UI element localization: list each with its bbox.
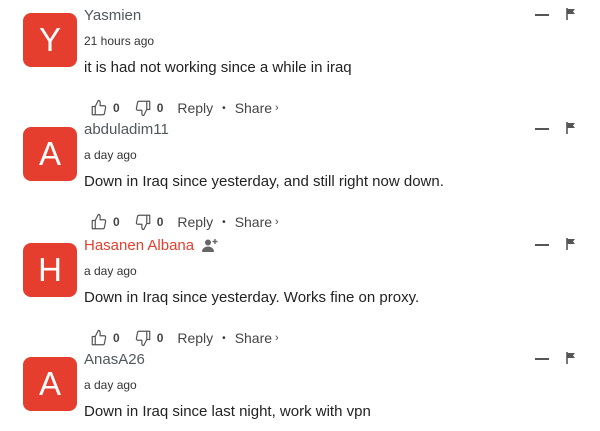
author-name[interactable]: Yasmien <box>84 7 141 24</box>
reply-button[interactable]: Reply <box>177 214 213 230</box>
flag-icon[interactable] <box>566 238 576 250</box>
comment-author[interactable]: Hasanen Albana <box>84 237 219 254</box>
thumbs-down-icon <box>135 100 151 117</box>
author-name[interactable]: AnasA26 <box>84 351 145 368</box>
chevron-right-icon: › <box>275 216 279 228</box>
comment-body: Down in Iraq since yesterday, and still … <box>84 173 444 190</box>
reply-button[interactable]: Reply <box>177 330 213 346</box>
collapse-minus-icon[interactable] <box>535 128 549 130</box>
thumbs-up-icon <box>91 99 107 116</box>
separator-dot: • <box>222 332 226 344</box>
chevron-right-icon: › <box>275 102 279 114</box>
avatar[interactable]: A <box>23 357 77 411</box>
separator-dot: • <box>222 216 226 228</box>
comment-actions: 0 0 Reply • Share › <box>90 213 279 231</box>
comment-body: it is had not working since a while in i… <box>84 59 352 76</box>
downvote-count: 0 <box>156 101 164 115</box>
thumbs-down-icon <box>135 330 151 347</box>
upvote-count: 0 <box>113 331 120 345</box>
comment-actions: 0 0 Reply • Share › <box>90 329 279 347</box>
thumbs-up-icon <box>91 213 107 230</box>
comment-actions: 0 0 Reply • Share › <box>90 99 279 117</box>
collapse-minus-icon[interactable] <box>535 14 549 16</box>
comment-time[interactable]: a day ago <box>84 264 137 278</box>
avatar[interactable]: H <box>23 243 77 297</box>
downvote-count: 0 <box>156 331 164 345</box>
separator-dot: • <box>222 102 226 114</box>
comment-author[interactable]: AnasA26 <box>84 351 145 368</box>
comment-time[interactable]: a day ago <box>84 378 137 392</box>
downvote-button[interactable]: 0 <box>134 329 164 347</box>
follow-user-icon[interactable] <box>201 238 219 254</box>
share-button[interactable]: Share › <box>235 214 279 230</box>
flag-icon[interactable] <box>566 8 576 20</box>
share-label: Share <box>234 100 273 116</box>
collapse-minus-icon[interactable] <box>535 358 549 360</box>
flag-icon[interactable] <box>566 122 576 134</box>
comment-time[interactable]: a day ago <box>84 148 137 162</box>
avatar[interactable]: Y <box>23 13 77 67</box>
comment-body: Down in Iraq since last night, work with… <box>84 403 371 420</box>
downvote-count: 0 <box>156 215 164 229</box>
share-button[interactable]: Share › <box>235 100 279 116</box>
author-name[interactable]: abduladim11 <box>84 121 169 138</box>
upvote-count: 0 <box>113 215 120 229</box>
share-button[interactable]: Share › <box>235 330 279 346</box>
thumbs-down-icon <box>135 214 151 231</box>
comment-time[interactable]: 21 hours ago <box>84 34 154 48</box>
thumbs-up-icon <box>91 329 107 346</box>
upvote-button[interactable]: 0 <box>90 329 120 347</box>
comment-author[interactable]: Yasmien <box>84 7 141 24</box>
chevron-right-icon: › <box>275 332 279 344</box>
upvote-button[interactable]: 0 <box>90 213 120 231</box>
flag-icon[interactable] <box>566 352 576 364</box>
reply-button[interactable]: Reply <box>177 100 213 116</box>
comment-body: Down in Iraq since yesterday. Works fine… <box>84 289 420 306</box>
collapse-minus-icon[interactable] <box>535 244 549 246</box>
upvote-button[interactable]: 0 <box>90 99 120 117</box>
comment-author[interactable]: abduladim11 <box>84 121 169 138</box>
downvote-button[interactable]: 0 <box>134 99 164 117</box>
share-label: Share <box>234 214 273 230</box>
downvote-button[interactable]: 0 <box>134 213 164 231</box>
avatar[interactable]: A <box>23 127 77 181</box>
upvote-count: 0 <box>113 101 120 115</box>
share-label: Share <box>234 330 273 346</box>
author-name[interactable]: Hasanen Albana <box>84 237 194 254</box>
